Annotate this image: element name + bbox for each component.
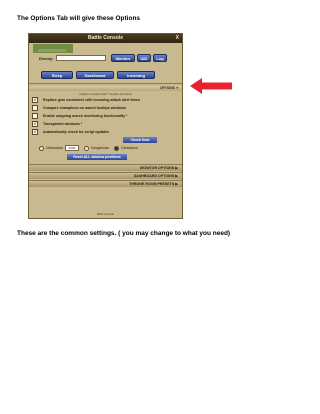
reset-window-positions-button[interactable]: Reset ALL window positions xyxy=(67,154,127,160)
throne-room-presets-header[interactable]: THRONE ROOM PRESETS ▶ xyxy=(29,180,182,187)
console-titlebar: Battle Console X xyxy=(29,34,182,43)
option-row[interactable]: Compare champions on march tooltips wind… xyxy=(32,105,126,112)
page-heading: The Options Tab will give these Options xyxy=(17,15,141,22)
footer-note: These are the common settings. ( you may… xyxy=(17,230,231,237)
console-footer: Battle Console xyxy=(97,213,114,216)
update-source-radios: Userscripts 0100 Googlecode Greasyfork xyxy=(39,145,138,152)
checkbox-icon[interactable] xyxy=(32,113,38,120)
checkbox-checked-icon[interactable]: ✓ xyxy=(32,97,38,104)
userscripts-label: Userscripts xyxy=(46,146,63,150)
uid-button[interactable]: UID xyxy=(137,54,151,62)
options-section-header[interactable]: OPTIONS ▼ xyxy=(29,86,182,91)
radio-icon[interactable] xyxy=(83,145,89,151)
check-now-button[interactable]: Check Now xyxy=(123,137,157,143)
red-arrow-icon xyxy=(190,78,232,94)
monitor-options-header[interactable]: MONITOR OPTIONS ▶ xyxy=(29,164,182,171)
userscripts-id-input[interactable]: 0100 xyxy=(64,145,79,152)
greasyfork-label: Greasyfork xyxy=(121,146,138,150)
enemy-label: Enemy: xyxy=(39,56,54,61)
divider xyxy=(29,83,182,84)
checkbox-icon[interactable] xyxy=(32,105,38,112)
option-label: Transparent windows * xyxy=(43,122,83,126)
options-note: Options marked with * require a refresh xyxy=(79,92,132,96)
status-banner-inner xyxy=(38,49,66,52)
battle-console-window: Battle Console X Enemy: Monitor UID Log … xyxy=(28,33,183,219)
sleep-button[interactable]: Sleep xyxy=(41,71,73,79)
dashboard-button[interactable]: Dashboard xyxy=(76,71,114,79)
option-row[interactable]: ✓ Replace gem containers with incoming at… xyxy=(32,97,140,104)
option-label: Compare champions on march tooltips wind… xyxy=(43,106,126,110)
enemy-input[interactable] xyxy=(56,55,106,61)
console-title: Battle Console xyxy=(87,35,123,41)
radio-icon[interactable] xyxy=(39,145,44,151)
dashboard-options-header[interactable]: DASHBOARD OPTIONS ▶ xyxy=(29,172,182,179)
close-icon[interactable]: X xyxy=(176,34,179,43)
checkbox-checked-icon[interactable]: ✓ xyxy=(32,121,38,128)
option-row[interactable]: ✓ Automatically check for script updates xyxy=(32,129,109,136)
option-label: Enable outgoing march monitoring functio… xyxy=(43,114,128,118)
option-row[interactable]: Enable outgoing march monitoring functio… xyxy=(32,113,127,120)
option-label: Replace gem containers with incoming att… xyxy=(43,98,140,102)
option-label: Automatically check for script updates xyxy=(43,130,110,134)
monitor-button[interactable]: Monitor xyxy=(111,54,135,62)
googlecode-label: Googlecode xyxy=(90,146,110,150)
incoming-button[interactable]: Incoming xyxy=(117,71,155,79)
log-button[interactable]: Log xyxy=(153,54,167,62)
checkbox-checked-icon[interactable]: ✓ xyxy=(32,129,38,136)
option-row[interactable]: ✓ Transparent windows * xyxy=(32,121,82,128)
radio-selected-icon[interactable] xyxy=(114,145,120,151)
